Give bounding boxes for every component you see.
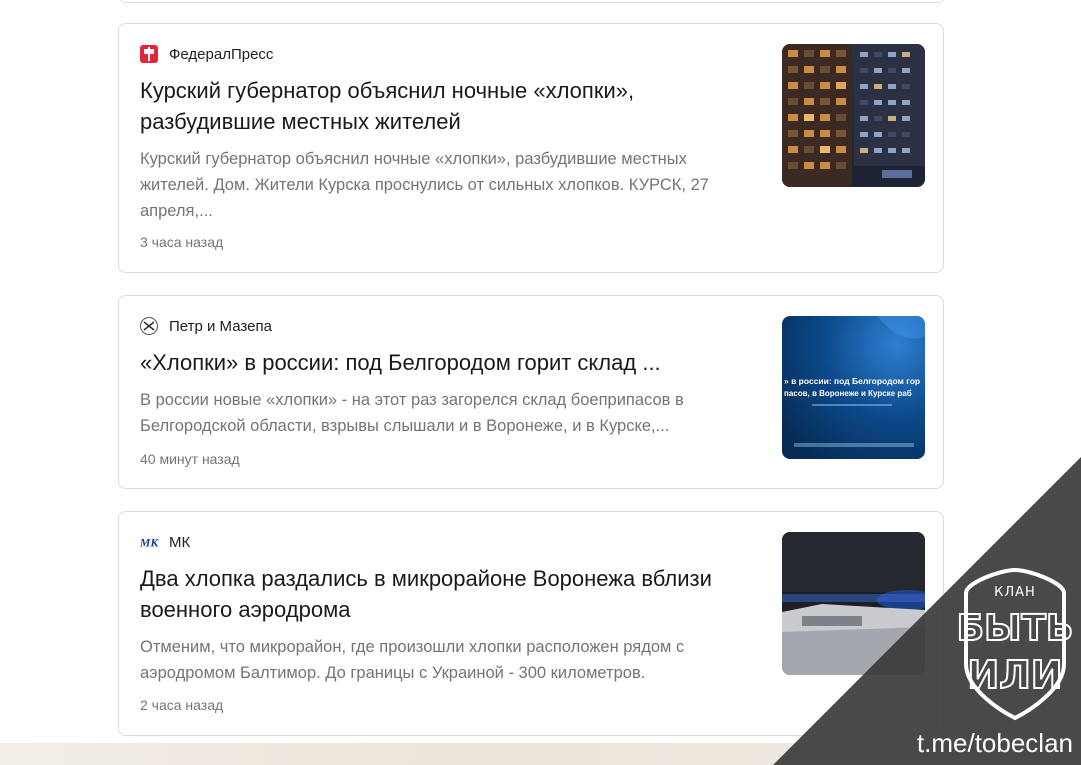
emblem-top-text: КЛАН <box>994 585 1036 600</box>
watermark-triangle: КЛАН БЫТЬ ИЛИ <box>773 457 1081 765</box>
emblem-mid-text: БЫТЬ <box>957 608 1074 649</box>
watermark-url[interactable]: t.me/tobeclan <box>883 728 1073 759</box>
emblem-bottom-text: ИЛИ <box>967 653 1062 697</box>
